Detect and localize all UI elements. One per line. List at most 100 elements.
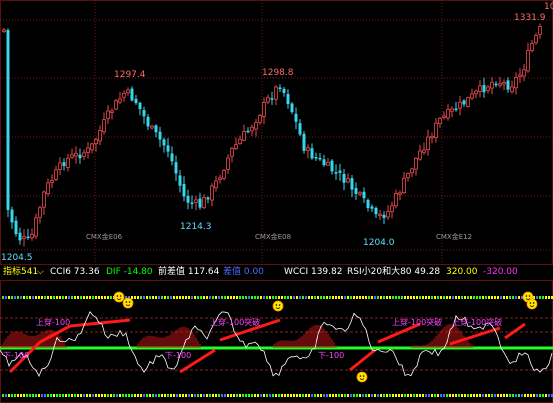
front-diff-value: 前差值 117.64 xyxy=(158,267,220,277)
candle-up xyxy=(230,146,234,163)
candle-up xyxy=(66,154,70,172)
candle-down xyxy=(130,86,134,102)
smiley-icon xyxy=(356,371,368,383)
candle-up xyxy=(466,96,470,108)
candle-up xyxy=(122,90,126,102)
candle-up xyxy=(426,129,430,156)
candle-up xyxy=(218,174,222,184)
candle-up xyxy=(458,96,462,116)
candle-down xyxy=(454,101,458,112)
candle-up xyxy=(394,189,398,209)
candle-down xyxy=(354,182,358,200)
candle-up xyxy=(46,178,50,197)
candle-down xyxy=(62,158,66,171)
candle-down xyxy=(14,216,18,237)
candle-up xyxy=(430,132,434,144)
rsi-value: RSI小20和大80 49.28 xyxy=(347,267,441,277)
candle-down xyxy=(78,148,82,164)
candle-up xyxy=(534,32,538,45)
price-label-peak-2: 1298.8 xyxy=(262,68,294,78)
candle-down xyxy=(370,204,374,212)
candle-down xyxy=(366,198,370,212)
candle-down xyxy=(170,146,174,166)
candle-down xyxy=(206,196,210,204)
price-label-high: 1331.9 xyxy=(514,13,546,23)
upper-threshold-value: 320.00 xyxy=(446,267,478,277)
candle-up xyxy=(214,175,218,192)
price-label-peak-1: 1297.4 xyxy=(114,70,146,80)
candle-up xyxy=(478,79,482,98)
candle-up xyxy=(470,88,474,100)
candle-up xyxy=(226,154,230,174)
contract-label-3: CMX金E12 xyxy=(436,233,473,241)
signal-label: 上穿-100突破 xyxy=(210,317,260,327)
cci-value: CCI6 73.36 xyxy=(50,267,100,277)
candle-down xyxy=(334,164,338,180)
candle-down xyxy=(290,101,294,115)
candle-up xyxy=(418,144,422,161)
candle-down xyxy=(10,206,14,229)
candle-down xyxy=(482,77,486,98)
candle-down xyxy=(162,137,166,153)
signal-label: 下-100 xyxy=(165,351,191,360)
candle-up xyxy=(538,23,542,39)
price-label-low-1: 1214.3 xyxy=(180,222,212,232)
candle-up xyxy=(402,171,406,195)
candle-up xyxy=(34,213,38,239)
price-scale-label: 10 xyxy=(544,2,553,12)
candle-up xyxy=(42,190,46,215)
candle-down xyxy=(338,163,342,181)
indicator-select[interactable]: 指标541 xyxy=(3,265,38,279)
candle-up xyxy=(514,72,518,95)
candle-up xyxy=(86,142,90,159)
candle-up xyxy=(222,168,226,181)
candlestick-chart[interactable] xyxy=(0,0,553,265)
candle-up xyxy=(446,104,450,121)
candle-down xyxy=(286,89,290,109)
candle-down xyxy=(18,227,22,245)
candle-up xyxy=(498,77,502,88)
smiley-icon xyxy=(122,297,134,309)
candle-down xyxy=(6,28,10,218)
candle-up xyxy=(386,205,390,220)
trend-segment xyxy=(504,322,526,340)
candle-up xyxy=(110,108,114,120)
candle-up xyxy=(126,87,130,96)
diff-value: 差值 0.00 xyxy=(223,267,264,277)
candle-down xyxy=(318,152,322,162)
candle-up xyxy=(250,124,254,137)
candle-up xyxy=(486,85,490,94)
candle-up xyxy=(306,144,310,159)
candle-up xyxy=(74,146,78,164)
candle-up xyxy=(54,165,58,182)
candle-up xyxy=(70,148,74,160)
price-label-low-0: 1204.5 xyxy=(1,253,33,263)
indicator-chart[interactable]: 上穿-100 上穿-100突破 上穿-100突破 上穿-100突破下-100 下-100… xyxy=(0,280,553,403)
candle-up xyxy=(150,124,154,130)
signal-label: 下-100 xyxy=(3,351,29,360)
candle-down xyxy=(158,126,162,147)
signal-label: 上穿-100 xyxy=(36,317,70,327)
candles xyxy=(2,23,542,247)
candle-up xyxy=(194,195,198,211)
candle-up xyxy=(414,157,418,176)
candle-up xyxy=(114,99,118,111)
smiley-icon xyxy=(272,300,284,312)
indicator-info-bar: 指标541 ⌵ CCI6 73.36 DIF -14.80 前差值 117.64… xyxy=(0,265,553,279)
contract-label-2: CMX金E08 xyxy=(255,233,292,241)
chevron-down-icon[interactable]: ⌵ xyxy=(37,265,44,279)
candle-down xyxy=(506,77,510,93)
signal-label: 上穿-100突破 xyxy=(452,317,502,327)
candle-up xyxy=(346,173,350,184)
candle-up xyxy=(238,135,242,145)
candle-up xyxy=(398,190,402,201)
candle-down xyxy=(174,155,178,181)
candle-down xyxy=(246,127,250,134)
candle-up xyxy=(438,116,442,128)
candle-up xyxy=(422,142,426,155)
dif-value: DIF -14.80 xyxy=(106,267,153,277)
candle-down xyxy=(134,95,138,105)
candle-down xyxy=(154,124,158,138)
candle-up xyxy=(406,172,410,182)
contract-label-1: CMX金E06 xyxy=(86,233,123,241)
